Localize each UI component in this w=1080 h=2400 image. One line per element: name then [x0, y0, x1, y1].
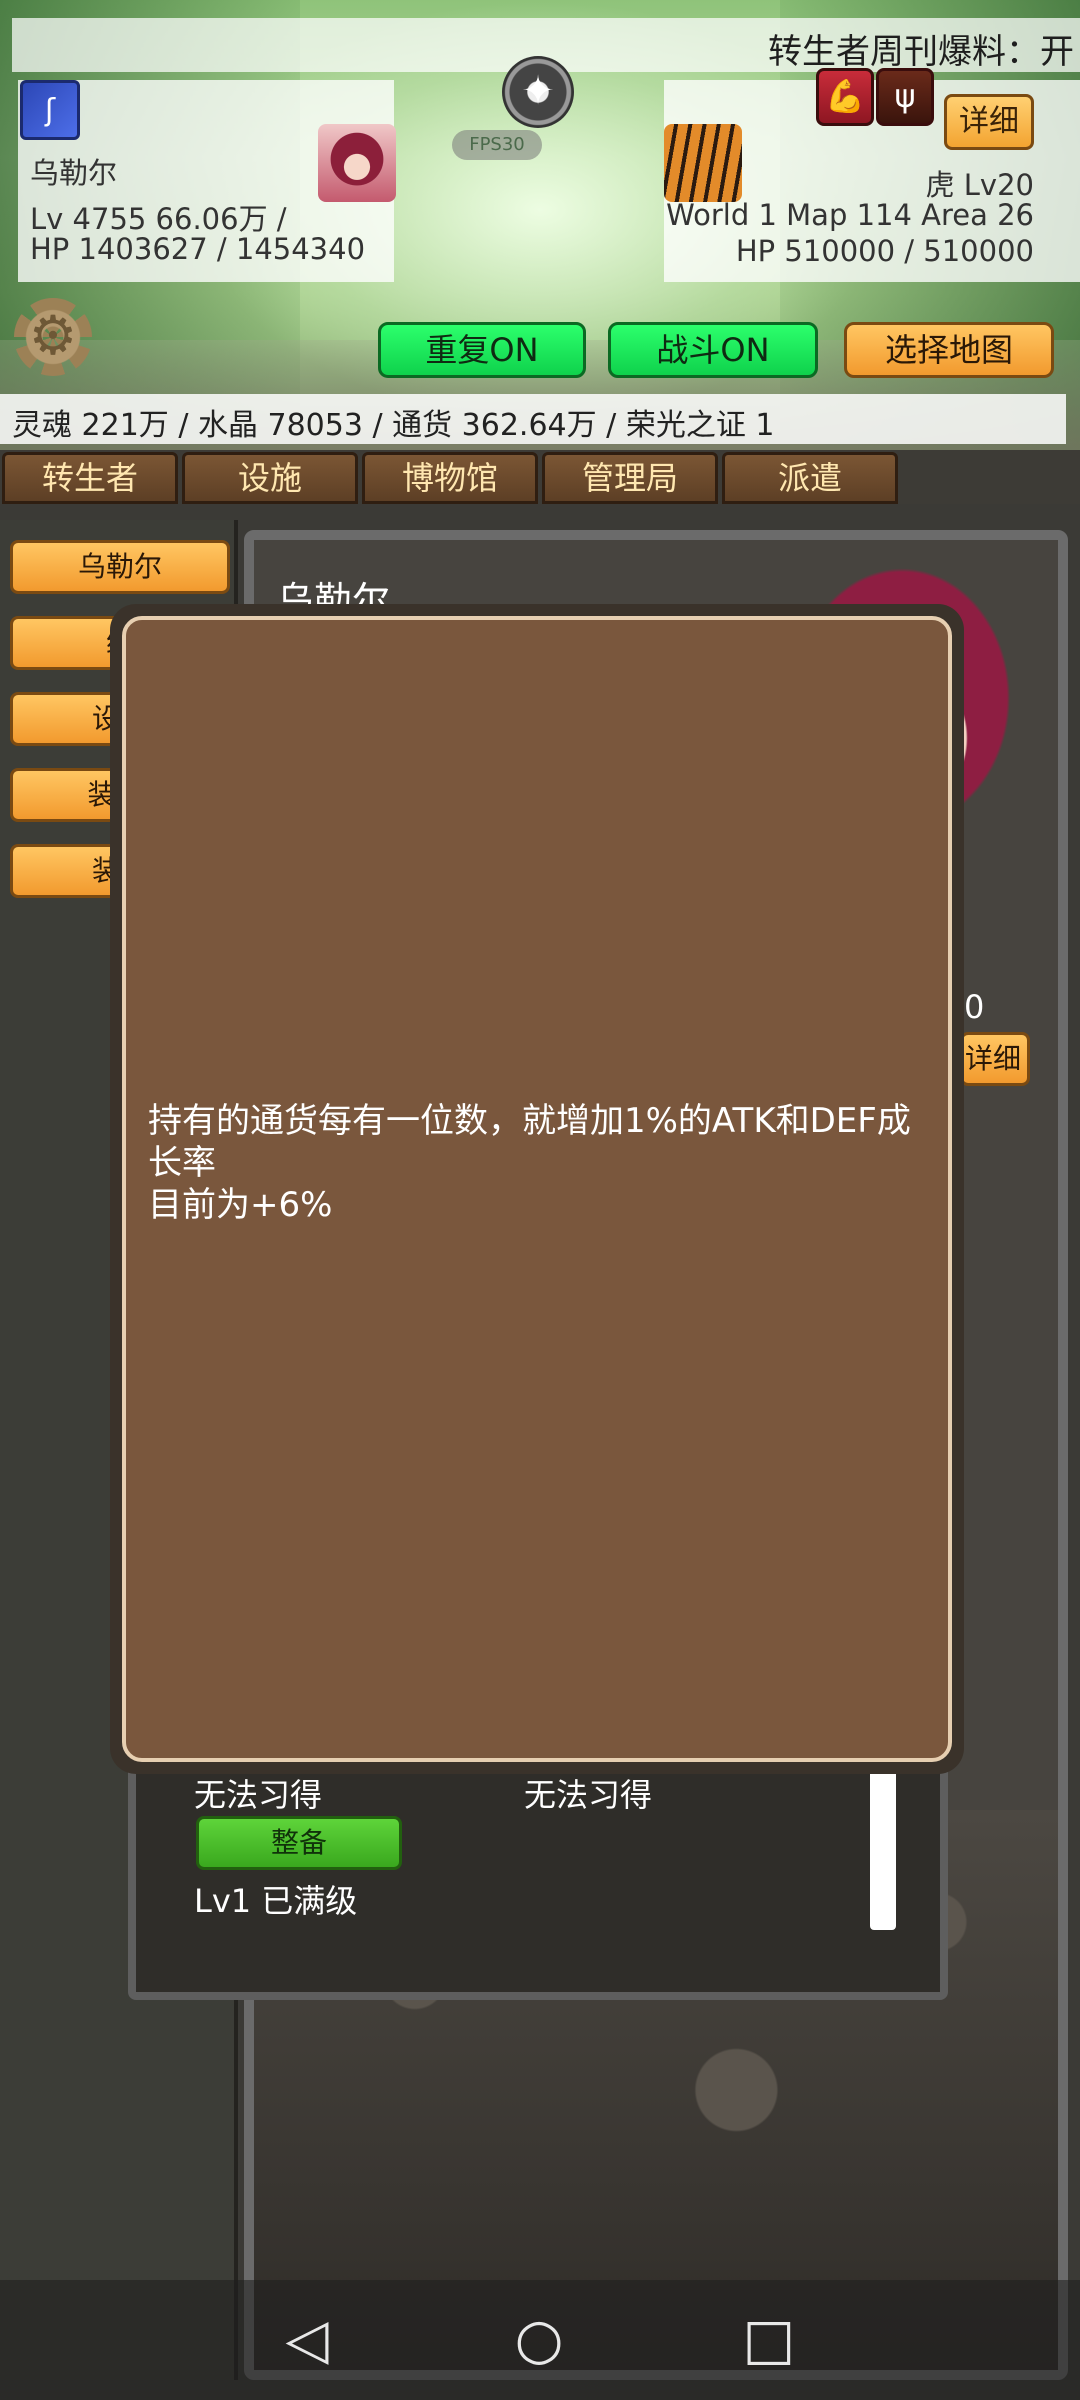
beast-buff-icon[interactable]: ψ — [876, 68, 934, 126]
stat-detail-button[interactable]: 详细 — [960, 1032, 1030, 1086]
repeat-toggle-button[interactable]: 重复ON — [378, 322, 586, 378]
skill-level-status: Lv1 已满级 — [194, 1882, 358, 1920]
skill-status-2: 无法习得 — [524, 1776, 653, 1814]
enemy-hp: HP 510000 / 510000 — [735, 234, 1034, 268]
currency-text: 灵魂 221万 / 水晶 78053 / 通货 362.64万 / 荣光之证 1 — [12, 408, 775, 443]
fps-indicator: FPS30 — [452, 130, 542, 160]
sidebar-item-character[interactable]: 乌勒尔 — [10, 540, 230, 594]
info-current-value: 目前为+6% — [148, 1185, 333, 1225]
info-dialog-text: 持有的通货每有一位数，就增加1%的ATK和DEF成长率 目前为+6% — [148, 1100, 938, 1226]
tab-dispatch[interactable]: 派遣 — [722, 452, 898, 504]
compass-icon[interactable]: ✦ — [502, 56, 574, 128]
player-portrait[interactable] — [318, 124, 396, 202]
enemy-location: World 1 Map 114 Area 26 — [666, 198, 1034, 232]
ticker-text: 转生者周刊爆料：开 — [768, 32, 1074, 72]
skill-list-scrollbar[interactable] — [870, 1770, 896, 1930]
battle-toggle-button[interactable]: 战斗ON — [608, 322, 818, 378]
skill-status-1: 无法习得 — [194, 1776, 323, 1814]
select-map-button[interactable]: 选择地图 — [844, 322, 1054, 378]
home-icon[interactable]: ○ — [504, 2306, 574, 2376]
tab-reincarnator[interactable]: 转生者 — [2, 452, 178, 504]
recents-icon[interactable]: □ — [734, 2306, 804, 2376]
equip-button[interactable]: 整备 — [196, 1816, 402, 1870]
enemy-tiger-portrait — [664, 124, 742, 202]
stat-value-partial: 0 — [964, 988, 985, 1026]
info-dialog[interactable]: 持有的通货每有一位数，就增加1%的ATK和DEF成长率 目前为+6% — [110, 604, 964, 1774]
tab-facilities[interactable]: 设施 — [182, 452, 358, 504]
back-icon[interactable]: ◁ — [272, 2306, 342, 2376]
detail-button[interactable]: 详细 — [944, 94, 1034, 150]
tab-bureau[interactable]: 管理局 — [542, 452, 718, 504]
info-dialog-body: 持有的通货每有一位数，就增加1%的ATK和DEF成长率 目前为+6% — [122, 616, 952, 1762]
tab-museum[interactable]: 博物馆 — [362, 452, 538, 504]
strength-buff-icon[interactable]: 💪 — [816, 68, 874, 126]
info-description: 持有的通货每有一位数，就增加1%的ATK和DEF成长率 — [148, 1101, 911, 1183]
settings-gear-icon[interactable]: ⚙ — [14, 298, 92, 376]
currency-bar: 灵魂 221万 / 水晶 78053 / 通货 362.64万 / 荣光之证 1 — [0, 394, 1066, 444]
player-name: 乌勒尔 — [30, 156, 118, 190]
player-hp: HP 1403627 / 1454340 — [30, 232, 366, 266]
skill-icon[interactable]: ʃ — [20, 80, 80, 140]
